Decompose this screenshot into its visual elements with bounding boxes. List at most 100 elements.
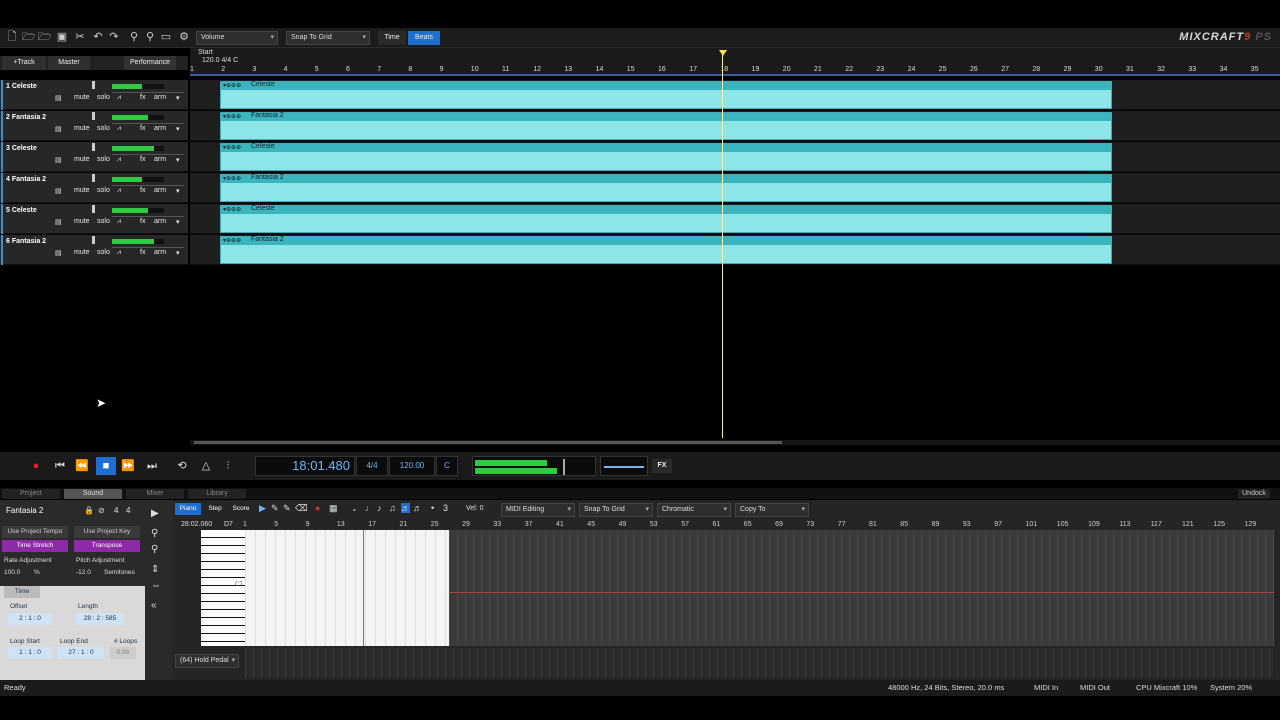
triplet-icon[interactable]: 3 [443,503,448,513]
timeline-ruler[interactable]: Start 120.0 4/4 C 1 2 3 4 5 6 7 8 9 10 11 12 13 14 15 1… [190,48,1280,76]
midi-clip[interactable]: ▾⊕⊕⊕ Fantasia 2 [220,236,1112,264]
zoom-in-icon[interactable]: ⚲ [151,528,158,539]
track-name[interactable]: 1 Celeste [6,83,37,90]
undock-button[interactable]: Undock [1238,489,1270,499]
chevron-down-icon[interactable]: ▾ [176,218,180,226]
controller-dropdown[interactable]: (64) Hold Pedal [175,654,239,668]
track-lane[interactable]: ▾⊕⊕⊕ Celeste [190,80,1280,110]
tab-score[interactable]: Score [229,503,253,515]
undo-icon[interactable]: ↶ [92,31,104,43]
offset-field[interactable]: 2 : 1 : 0 [8,613,52,625]
automation-icon[interactable]: ⩘ [117,125,121,133]
track-header[interactable]: 4 Fantasia 2 ▤ mute solo ⩘ fx arm ▾ [0,173,188,203]
clip-menu-icon[interactable]: ▾⊕⊕⊕ [223,237,241,244]
loops-field[interactable]: 0.96 [110,647,136,659]
keyboard-icon[interactable]: ▤ [55,218,62,226]
save-icon[interactable]: ▣ [56,31,68,43]
volume-knob[interactable] [92,205,95,213]
zoom-out-icon[interactable]: ⚲ [144,31,156,43]
eighth-note-icon[interactable]: ♫ [389,503,396,513]
chevron-down-icon[interactable]: ▾ [176,125,180,133]
loop-end-field[interactable]: 27 : 1 : 0 [58,647,104,659]
chevron-down-icon[interactable]: ▾ [176,94,180,102]
track-header[interactable]: 1 Celeste ▤ mute solo ⩘ fx arm ▾ [0,80,188,110]
mute-button[interactable]: mute [74,94,90,101]
half-note-icon[interactable]: ♩ [365,503,374,513]
solo-button[interactable]: solo [97,125,110,132]
chevron-down-icon[interactable]: ▾ [176,249,180,257]
loop-icon[interactable]: ⟲ [172,457,192,475]
pan-slider[interactable] [112,123,184,124]
transpose-button[interactable]: Transpose [74,540,140,552]
track-lane[interactable]: ▾⊕⊕⊕ Fantasia 2 [190,111,1280,141]
zoom-fit-icon[interactable]: ▭ [160,31,172,43]
scale-dropdown[interactable]: Chromatic [657,503,731,517]
open-recent-icon[interactable]: 🗁 [38,31,52,43]
draw-tool-icon[interactable]: ✎ [283,503,291,514]
arm-button[interactable]: arm [154,249,166,256]
midi-editing-dropdown[interactable]: MIDI Editing [501,503,575,517]
playhead[interactable] [722,52,723,438]
automation-icon[interactable]: ⩘ [117,94,121,102]
rate-value[interactable]: 100.0 [4,569,20,576]
tab-project[interactable]: Project [2,489,60,499]
track-header[interactable]: 2 Fantasia 2 ▤ mute solo ⩘ fx arm ▾ [0,111,188,141]
fx-button[interactable]: fx [140,187,145,194]
copy-to-dropdown[interactable]: Copy To [735,503,809,517]
thirtysecond-note-icon[interactable]: ♬ [413,503,422,513]
settings-gear-icon[interactable]: ⚙ [178,31,190,43]
automation-icon[interactable]: ⩘ [117,249,121,257]
record-icon[interactable]: ● [26,457,46,475]
velocity-field[interactable]: Vel: 0 [466,505,484,512]
fx-button[interactable]: fx [140,249,145,256]
quarter-note-icon[interactable]: ♪ [377,503,382,513]
disable-icon[interactable]: ⊘ [98,506,105,515]
volume-knob[interactable] [92,112,95,120]
track-lane[interactable]: ▾⊕⊕⊕ Celeste [190,142,1280,172]
tab-piano[interactable]: Piano [175,503,201,515]
signature-display[interactable]: 4/4 [356,456,388,476]
use-project-tempo-button[interactable]: Use Project Tempo [2,526,68,538]
volume-knob[interactable] [92,81,95,89]
arm-button[interactable]: arm [154,125,166,132]
tab-library[interactable]: Library [188,489,246,499]
solo-button[interactable]: solo [97,94,110,101]
clip-menu-icon[interactable]: ▾⊕⊕⊕ [223,144,241,151]
track-header[interactable]: 6 Fantasia 2 ▤ mute solo ⩘ fx arm ▾ [0,235,188,265]
time-display[interactable]: 18:01.480 [255,456,355,476]
pan-slider[interactable] [112,216,184,217]
horizontal-scrollbar[interactable] [190,440,1280,445]
controller-lane[interactable] [245,648,1273,678]
mute-button[interactable]: mute [74,156,90,163]
collapse-icon[interactable]: « [151,600,157,611]
mute-button[interactable]: mute [74,187,90,194]
beats-button[interactable]: Beats [408,31,440,45]
snap-dropdown[interactable]: Snap To Grid [286,31,370,45]
volume-dropdown[interactable]: Volume [196,31,278,45]
new-file-icon[interactable]: 🗋 [6,31,18,43]
arm-button[interactable]: arm [154,218,166,225]
snap-to-grid-dropdown[interactable]: Snap To Grid [579,503,653,517]
chevron-down-icon[interactable]: ▾ [176,187,180,195]
clip-menu-icon[interactable]: ▾⊕⊕⊕ [223,113,241,120]
track-name[interactable]: 4 Fantasia 2 [6,176,46,183]
pianoroll-ruler[interactable]: 1 5 9 13 17 21 25 29 33 37 41 45 49 53 57 61 65 69 73 77 81 8… [243,518,1273,530]
fit-vertical-icon[interactable]: ⇕ [151,564,159,575]
keyboard-icon[interactable]: ▤ [55,94,62,102]
fx-button[interactable]: fx [140,125,145,132]
fit-horizontal-icon[interactable]: ⇔ [151,580,161,591]
track-name[interactable]: 5 Celeste [6,207,37,214]
chevron-down-icon[interactable]: ▾ [176,156,180,164]
tab-sound[interactable]: Sound [64,489,122,499]
master-button[interactable]: Master [48,56,90,70]
record-midi-icon[interactable]: ● [315,503,320,513]
time-tab[interactable]: Time [4,586,40,598]
midi-clip[interactable]: ▾⊕⊕⊕ Fantasia 2 [220,174,1112,202]
track-lane[interactable]: ▾⊕⊕⊕ Fantasia 2 [190,235,1280,265]
start-marker[interactable]: Start [198,49,213,56]
go-to-start-icon[interactable]: ⏮ [50,457,70,475]
length-field[interactable]: 28 : 2 : 585 [76,613,124,625]
midi-clip[interactable]: ▾⊕⊕⊕ Celeste [220,205,1112,233]
solo-button[interactable]: solo [97,187,110,194]
fx-button[interactable]: fx [140,218,145,225]
